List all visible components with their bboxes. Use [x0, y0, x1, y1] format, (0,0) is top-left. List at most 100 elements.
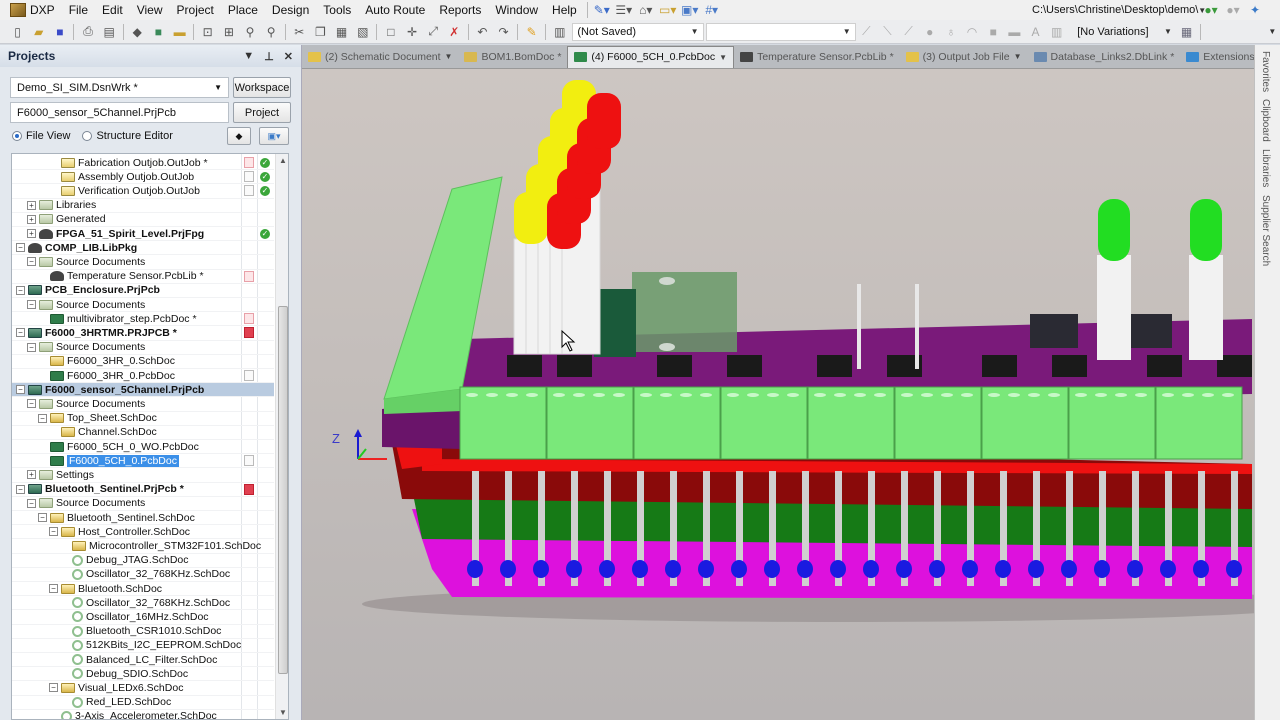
- expand-icon[interactable]: +: [27, 470, 36, 480]
- filter-combo[interactable]: ▼: [705, 22, 856, 41]
- tree-item[interactable]: Balanced_LC_Filter.SchDoc: [12, 653, 274, 668]
- tree-item[interactable]: − F6000_sensor_5Channel.PrjPcb: [12, 383, 274, 398]
- zoom-area-icon[interactable]: ⊞: [221, 24, 236, 40]
- zoom-fit-icon[interactable]: ⊡: [200, 24, 215, 40]
- compile-button[interactable]: ◆: [227, 127, 251, 145]
- document-tab[interactable]: (3) Output Job File ▼: [900, 46, 1028, 68]
- chevron-down-icon[interactable]: ▼: [445, 52, 453, 61]
- document-tab[interactable]: Temperature Sensor.PcbLib *: [734, 46, 900, 68]
- tree-item[interactable]: − Source Documents: [12, 255, 274, 270]
- menu-place[interactable]: Place: [221, 3, 265, 17]
- collapse-icon[interactable]: −: [16, 385, 25, 395]
- scrollbar-thumb[interactable]: [278, 306, 288, 674]
- menu-help[interactable]: Help: [545, 3, 584, 17]
- pcb-3d-viewport[interactable]: Z: [302, 69, 1254, 720]
- collapse-icon[interactable]: −: [27, 399, 36, 409]
- document-tab[interactable]: Database_Links2.DbLink *: [1028, 46, 1181, 68]
- home-nav-icon[interactable]: ✦: [1247, 2, 1263, 18]
- clear-filter-icon[interactable]: ✗: [447, 24, 462, 40]
- back-nav-icon[interactable]: ●▾: [1203, 2, 1219, 18]
- tree-item[interactable]: Debug_SDIO.SchDoc: [12, 667, 274, 682]
- scroll-down-icon[interactable]: ▼: [279, 708, 287, 717]
- supplier-search-tab[interactable]: Supplier Search: [1260, 195, 1271, 266]
- tree-item[interactable]: − Bluetooth_Sentinel.PrjPcb *: [12, 483, 274, 497]
- menu-auto-route[interactable]: Auto Route: [358, 3, 432, 17]
- collapse-icon[interactable]: −: [49, 584, 58, 594]
- place-tool-icon[interactable]: ⌂▾: [638, 2, 654, 18]
- highlight-icon[interactable]: ✎: [524, 24, 539, 40]
- text-icon[interactable]: A: [1028, 24, 1043, 40]
- menu-view[interactable]: View: [130, 3, 170, 17]
- tree-item[interactable]: − Host_Controller.SchDoc: [12, 525, 274, 540]
- menu-tools[interactable]: Tools: [316, 3, 358, 17]
- net-label-icon[interactable]: ⟋: [901, 24, 916, 40]
- document-tab[interactable]: BOM1.BomDoc *: [458, 46, 567, 68]
- component-tool-icon[interactable]: ▭▾: [659, 2, 676, 18]
- tree-item[interactable]: 512KBits_I2C_EEPROM.SchDoc: [12, 639, 274, 653]
- tree-item[interactable]: F6000_3HR_0.SchDoc: [12, 355, 274, 369]
- junction-icon[interactable]: ●: [922, 24, 937, 40]
- board-view-icon[interactable]: ▬: [172, 24, 187, 40]
- tree-item[interactable]: Oscillator_16MHz.SchDoc: [12, 610, 274, 625]
- file-view-radio[interactable]: [12, 131, 22, 141]
- chevron-down-icon[interactable]: ▼: [719, 53, 727, 62]
- chevron-down-icon[interactable]: ▼: [1014, 52, 1022, 61]
- close-icon[interactable]: ✕: [284, 50, 293, 63]
- favorites-tab[interactable]: Favorites: [1260, 51, 1271, 92]
- collapse-icon[interactable]: −: [49, 527, 58, 537]
- path-combo[interactable]: C:\Users\Christine\Desktop\demo\ ▼: [1028, 1, 1206, 19]
- wire-tool-icon[interactable]: ⟋: [859, 24, 874, 40]
- zoom-filter-icon[interactable]: ⚲: [264, 24, 279, 40]
- print-preview-icon[interactable]: ▤: [102, 24, 117, 40]
- collapse-icon[interactable]: −: [27, 342, 36, 352]
- rubber-stamp-icon[interactable]: ▧: [355, 24, 370, 40]
- menu-project[interactable]: Project: [170, 3, 221, 17]
- tree-item[interactable]: − COMP_LIB.LibPkg: [12, 241, 274, 256]
- tree-item[interactable]: Fabrication Outjob.OutJob * ✓: [12, 156, 274, 171]
- menu-design[interactable]: Design: [265, 3, 316, 17]
- power-port-icon[interactable]: ♁: [943, 24, 958, 40]
- move-icon[interactable]: ✛: [404, 24, 419, 40]
- tree-item[interactable]: + FPGA_51_Spirit_Level.PrjFpg ✓: [12, 227, 274, 242]
- variations-combo[interactable]: [No Variations] ▼: [1073, 22, 1176, 41]
- paste-icon[interactable]: ▦: [334, 24, 349, 40]
- grid-icon[interactable]: #▾: [704, 2, 720, 18]
- collapse-icon[interactable]: −: [27, 300, 36, 310]
- cut-icon[interactable]: ✂: [292, 24, 307, 40]
- new-icon[interactable]: ▯: [10, 24, 25, 40]
- ic-icon[interactable]: ▥: [1049, 24, 1064, 40]
- deselect-icon[interactable]: ⤢: [426, 24, 441, 40]
- tree-item[interactable]: F6000_5CH_0_WO.PcbDoc: [12, 440, 274, 455]
- tree-item[interactable]: Assembly Outjob.OutJob ✓: [12, 170, 274, 185]
- variant-manager-icon[interactable]: ▦: [1179, 24, 1194, 40]
- expand-icon[interactable]: +: [27, 200, 36, 210]
- tree-item[interactable]: Oscillator_32_768KHz.SchDoc: [12, 596, 274, 611]
- project-field[interactable]: F6000_sensor_5Channel.PrjPcb: [10, 102, 229, 123]
- tree-item[interactable]: multivibrator_step.PcbDoc *: [12, 312, 274, 327]
- scroll-up-icon[interactable]: ▲: [279, 156, 287, 165]
- tree-item[interactable]: Bluetooth_CSR1010.SchDoc: [12, 625, 274, 639]
- document-tab[interactable]: Extensions: [1180, 46, 1260, 68]
- print-icon[interactable]: ⎙: [80, 24, 95, 40]
- arc-icon[interactable]: ◠: [964, 24, 979, 40]
- tree-item[interactable]: Channel.SchDoc: [12, 426, 274, 440]
- dxp-logo-icon[interactable]: [10, 3, 26, 17]
- tree-item[interactable]: − Visual_LEDx6.SchDoc: [12, 681, 274, 696]
- collapse-icon[interactable]: −: [38, 513, 47, 523]
- tree-item[interactable]: − Top_Sheet.SchDoc: [12, 412, 274, 426]
- align-tool-icon[interactable]: ☰▾: [615, 2, 632, 18]
- structure-editor-label[interactable]: Structure Editor: [96, 130, 172, 142]
- libraries-tab[interactable]: Libraries: [1260, 149, 1271, 187]
- bus-tool-icon[interactable]: ⟍: [880, 24, 895, 40]
- browse-components-icon[interactable]: ▥: [552, 24, 567, 40]
- tree-item[interactable]: Oscillator_32_768KHz.SchDoc: [12, 568, 274, 582]
- tree-item[interactable]: Microcontroller_STM32F101.SchDoc: [12, 539, 274, 554]
- room-tool-icon[interactable]: ▣▾: [681, 2, 698, 18]
- file-view-label[interactable]: File View: [26, 130, 70, 142]
- tree-item[interactable]: − Bluetooth_Sentinel.SchDoc: [12, 511, 274, 526]
- collapse-icon[interactable]: −: [16, 328, 25, 338]
- tree-item[interactable]: + Libraries: [12, 199, 274, 213]
- open-icon[interactable]: ▰: [31, 24, 46, 40]
- select-area-icon[interactable]: □: [383, 24, 398, 40]
- project-button[interactable]: Project: [233, 102, 291, 123]
